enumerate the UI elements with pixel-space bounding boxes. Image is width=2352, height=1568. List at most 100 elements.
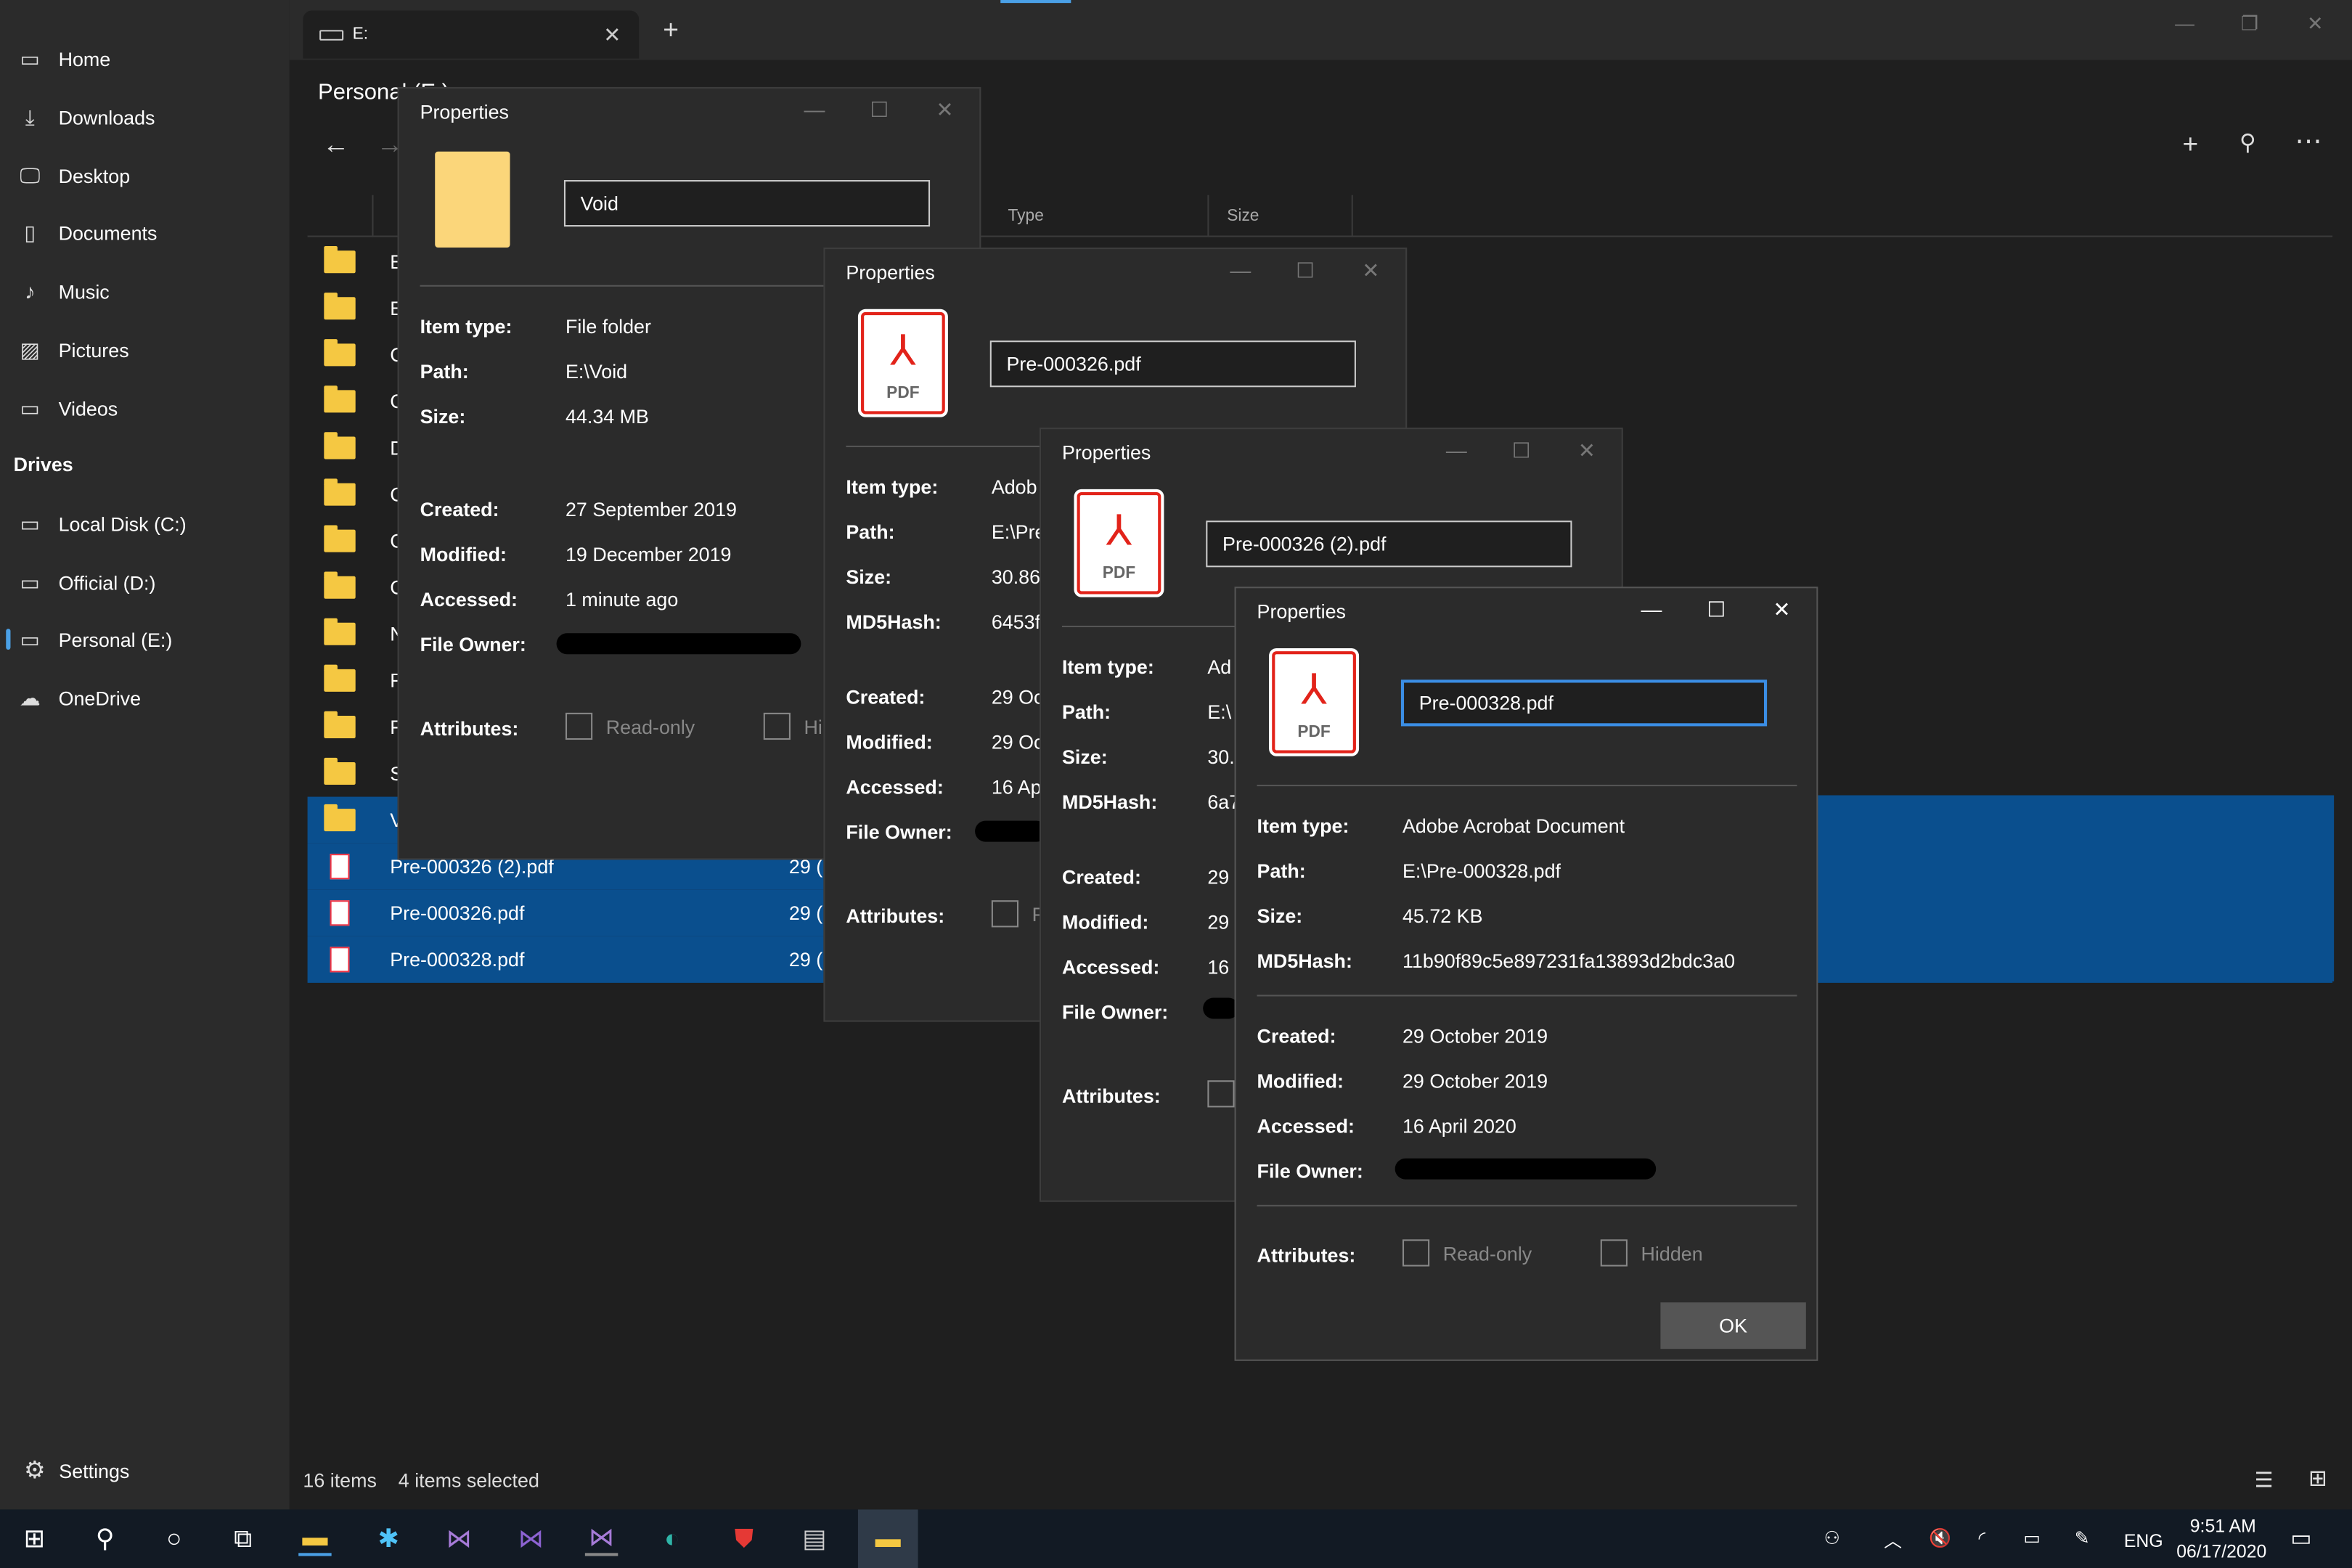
close-icon[interactable]: ✕ <box>1362 258 1379 284</box>
pen-icon[interactable]: ✎ <box>2075 1527 2090 1548</box>
sidebar-drive-2[interactable]: ▭ Personal (E:) <box>0 612 290 666</box>
volume-muted-icon[interactable]: 🔇 <box>1929 1527 1951 1548</box>
created-value: 27 September 2019 <box>565 498 737 521</box>
sidebar-item-music[interactable]: ♪ Music <box>0 264 290 318</box>
readonly-checkbox[interactable] <box>991 900 1019 928</box>
pdf-file-icon <box>330 900 350 926</box>
name-field[interactable] <box>1400 679 1768 727</box>
back-arrow-icon[interactable]: ← <box>322 129 349 160</box>
wifi-icon[interactable]: ◜ <box>1978 1527 1985 1548</box>
ok-button[interactable]: OK <box>1660 1302 1806 1349</box>
taskbar: ⊞ ⚲ ○ ⧉ ▬ ✱ ⋈ ⋈ ⋈ ◐ ⛊ ▤ ▬ ⚇ ︿ 🔇 ◜ ▭ ✎ EN… <box>0 1509 2352 1568</box>
search-icon[interactable]: ⚲ <box>89 1523 121 1556</box>
readonly-checkbox[interactable] <box>565 712 593 740</box>
modified-value: 19 December 2019 <box>565 543 732 566</box>
files-app-icon[interactable]: ▬ <box>857 1509 918 1568</box>
sidebar-item-downloads[interactable]: ⤓ Downloads <box>0 90 290 144</box>
people-icon[interactable]: ⚇ <box>1824 1527 1840 1548</box>
pdf-file-icon: ⅄ PDF <box>1077 491 1161 595</box>
new-tab-button[interactable]: + <box>663 15 679 46</box>
visual-studio-icon-2[interactable]: ⋈ <box>515 1523 547 1556</box>
file-explorer-icon[interactable]: ▬ <box>298 1523 332 1556</box>
close-window-icon[interactable]: ✕ <box>2307 12 2324 36</box>
sidebar-item-videos[interactable]: ▭ Videos <box>0 381 290 435</box>
task-view-icon[interactable]: ⧉ <box>226 1523 259 1556</box>
sidebar-item-documents[interactable]: ▯ Documents <box>0 205 290 259</box>
file-owner-label: File Owner: <box>1061 1000 1169 1024</box>
sidebar-item-pictures[interactable]: ▨ Pictures <box>0 322 290 376</box>
tab-e-drive[interactable]: E: ✕ <box>303 10 640 59</box>
md5-label: MD5Hash: <box>846 611 942 634</box>
sidebar-item-label: Music <box>58 279 110 303</box>
hidden-checkbox[interactable] <box>1600 1239 1628 1267</box>
path-label: Path: <box>846 520 895 544</box>
notepad-icon[interactable]: ▤ <box>798 1523 830 1556</box>
maximize-icon[interactable]: ☐ <box>870 97 889 123</box>
search-icon[interactable]: ⚲ <box>2239 129 2256 156</box>
properties-dialog-pre-000328: Properties — ☐ ✕ ⅄PDF Item type: Adobe A… <box>1234 587 1818 1361</box>
sidebar-item-home[interactable]: ▭ Home <box>0 31 290 85</box>
sidebar-item-label: Home <box>58 47 111 70</box>
dialog-title: Properties <box>846 261 935 284</box>
clock-date[interactable]: 06/17/2020 <box>2176 1541 2266 1562</box>
minimize-icon[interactable]: — <box>1230 258 1251 282</box>
minimize-icon[interactable]: — <box>1641 597 1662 621</box>
maximize-icon[interactable]: ☐ <box>1512 438 1531 464</box>
close-icon[interactable]: ✕ <box>936 97 953 123</box>
cortana-icon[interactable]: ○ <box>158 1523 190 1556</box>
readonly-checkbox[interactable] <box>1207 1080 1235 1108</box>
size-label: Size: <box>846 565 892 589</box>
language-indicator[interactable]: ENG <box>2124 1530 2163 1551</box>
grid-view-icon[interactable]: ⊞ <box>2308 1464 2327 1491</box>
sidebar-drive-0[interactable]: ▭ Local Disk (C:) <box>0 497 290 550</box>
settings-button[interactable]: ⚙ Settings <box>0 1443 290 1497</box>
size-label: Size: <box>420 405 466 428</box>
name-field[interactable] <box>989 340 1356 388</box>
visual-studio-icon[interactable]: ⋈ <box>443 1523 475 1556</box>
minimize-icon[interactable]: — <box>1446 438 1467 462</box>
sidebar-item-label: OneDrive <box>58 686 142 709</box>
new-item-button[interactable]: + <box>2182 129 2198 160</box>
modified-value: 29 <box>1207 910 1230 934</box>
bug-tool-icon[interactable]: ✱ <box>372 1523 404 1556</box>
close-tab-icon[interactable]: ✕ <box>603 23 621 48</box>
windows-start-icon[interactable]: ⊞ <box>18 1523 51 1556</box>
music-icon: ♪ <box>25 279 36 303</box>
name-field[interactable] <box>563 180 931 227</box>
sidebar-item-desktop[interactable]: 🖵 Desktop <box>0 149 290 203</box>
minimize-icon[interactable]: — <box>2175 12 2194 35</box>
close-icon[interactable]: ✕ <box>1773 597 1790 623</box>
notifications-icon[interactable]: ▭ <box>2290 1524 2311 1551</box>
visual-studio-icon-3[interactable]: ⋈ <box>584 1523 618 1556</box>
restore-icon[interactable]: ❐ <box>2241 12 2258 36</box>
sidebar-drive-1[interactable]: ▭ Official (D:) <box>0 555 290 609</box>
name-field[interactable] <box>1206 520 1572 568</box>
maximize-icon[interactable]: ☐ <box>1296 258 1315 284</box>
modified-value: 29 October 2019 <box>1402 1069 1548 1093</box>
details-view-icon[interactable]: ☰ <box>2255 1468 2274 1493</box>
hidden-checkbox[interactable] <box>763 712 791 740</box>
item-type-value: File folder <box>565 315 651 338</box>
readonly-checkbox[interactable] <box>1402 1239 1430 1267</box>
more-options-icon[interactable]: ⋯ <box>2295 126 2322 158</box>
path-label: Path: <box>1257 859 1306 883</box>
chevron-up-icon[interactable]: ︿ <box>1884 1527 1902 1553</box>
drive-icon: ▭ <box>20 510 40 535</box>
sidebar-drive-3[interactable]: ☁ OneDrive <box>0 671 290 724</box>
battery-icon[interactable]: ▭ <box>2023 1527 2040 1548</box>
clock-time[interactable]: 9:51 AM <box>2189 1516 2258 1537</box>
minimize-icon[interactable]: — <box>804 97 825 121</box>
attributes-label: Attributes: <box>1061 1085 1161 1108</box>
created-value: 29 Oc <box>991 685 1044 709</box>
accessed-label: Accessed: <box>1257 1114 1355 1138</box>
sidebar-item-label: Downloads <box>58 105 155 128</box>
column-type-header[interactable]: Type <box>984 195 1209 237</box>
pdf-file-icon: ⅄ PDF <box>861 311 945 415</box>
edge-canary-icon[interactable]: ◐ <box>656 1523 688 1556</box>
column-size-header[interactable]: Size <box>1209 195 1353 237</box>
maximize-icon[interactable]: ☐ <box>1707 597 1726 623</box>
close-icon[interactable]: ✕ <box>1578 438 1596 464</box>
folder-icon <box>324 571 356 599</box>
size-label: Size: <box>1257 905 1303 928</box>
security-app-icon[interactable]: ⛊ <box>727 1523 760 1556</box>
